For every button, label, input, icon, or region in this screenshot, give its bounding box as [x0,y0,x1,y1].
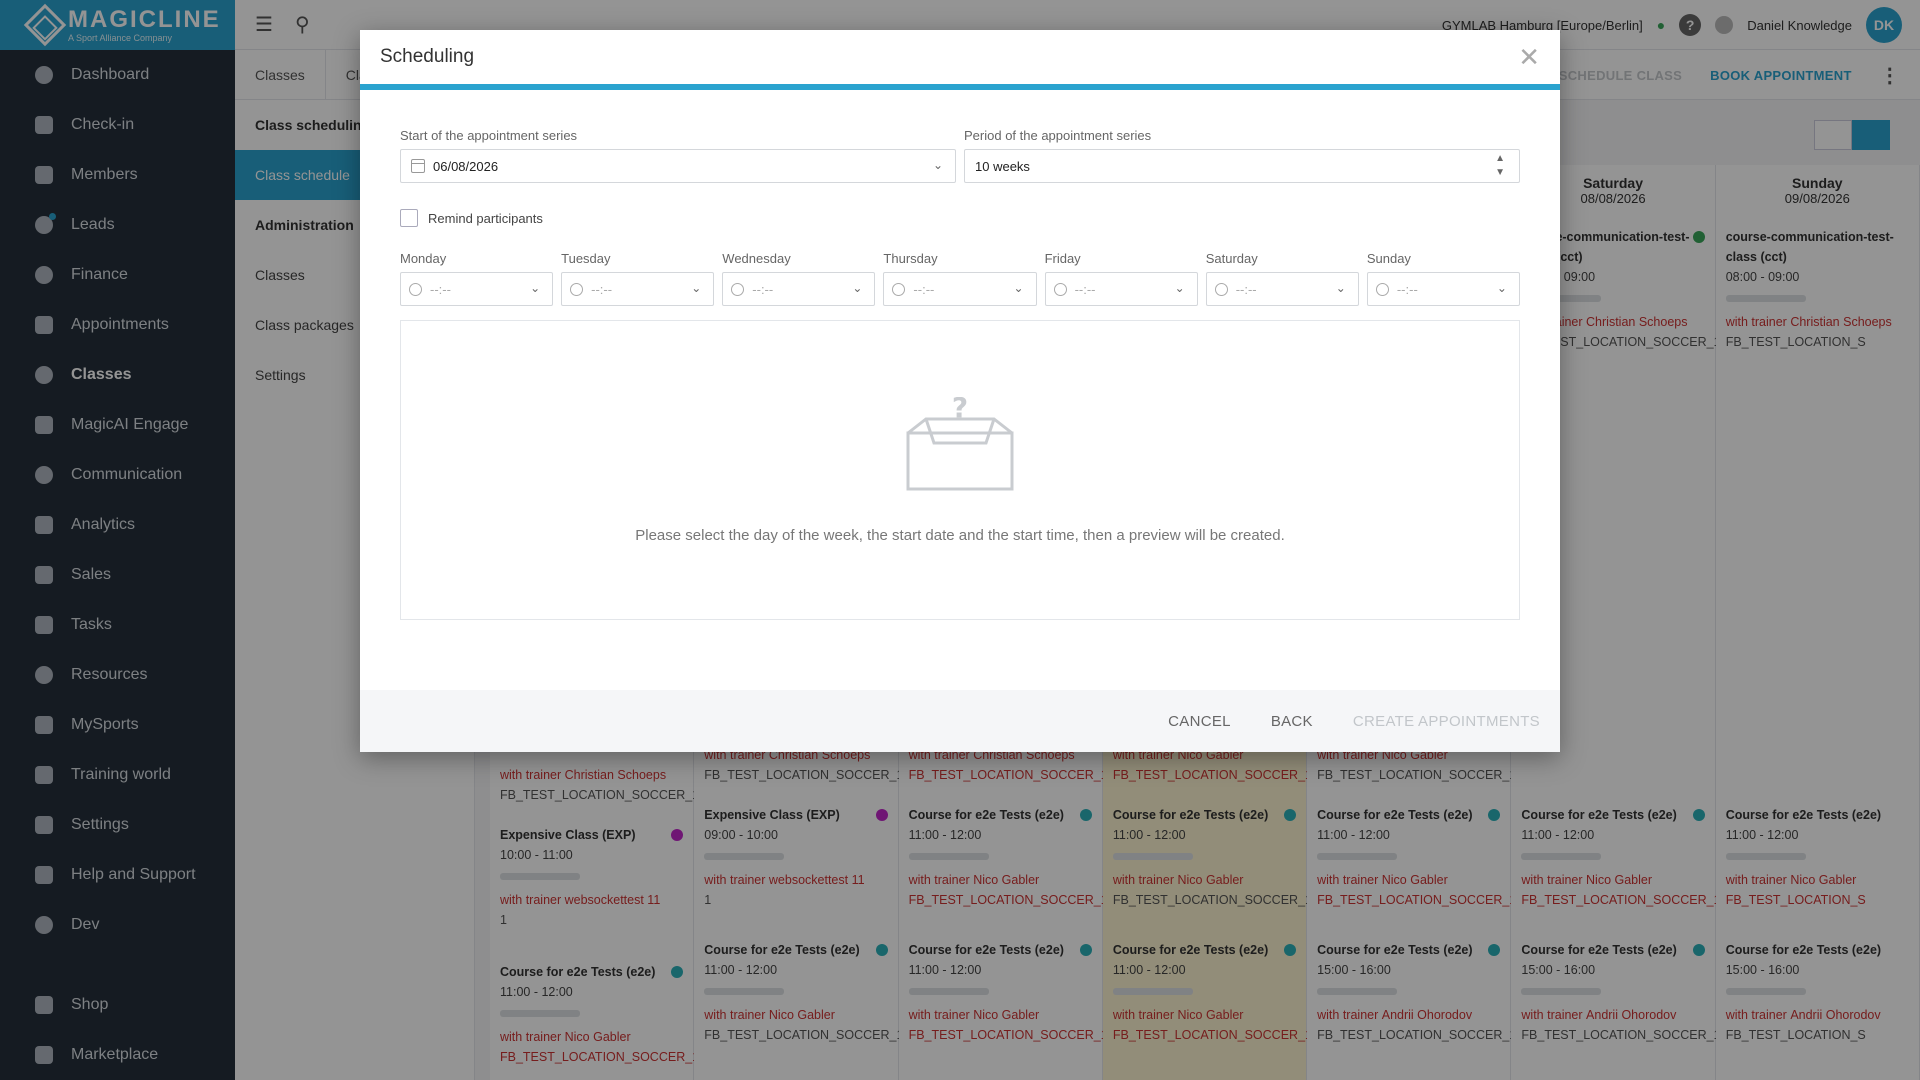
chevron-down-icon: ⌄ [1013,281,1024,295]
time-select[interactable]: --:-- ⌄ [883,272,1037,306]
clock-icon [409,282,422,296]
chevron-down-icon: ⌄ [530,281,541,295]
day-label: Tuesday [561,251,611,266]
day-picker-wednesday: Wednesday --:-- ⌄ [722,251,876,306]
svg-text:?: ? [952,397,968,424]
clock-icon [892,282,906,296]
chevron-down-icon: ⌄ [852,281,863,295]
start-date-value: 06/08/2026 [433,158,499,174]
chevron-down-icon: ⌄ [1174,281,1185,295]
start-date-field[interactable]: 06/08/2026 ⌄ [400,149,956,183]
dialog-title: Scheduling [380,46,475,67]
chevron-down-icon: ⌄ [691,281,702,295]
period-stepper[interactable]: 10 weeks ▲ ▼ [964,149,1520,183]
calendar-icon [411,159,425,173]
dialog-footer: CANCEL BACK CREATE APPOINTMENTS [360,690,1560,752]
time-select[interactable]: --:-- ⌄ [1366,272,1520,306]
cancel-button[interactable]: CANCEL [1168,713,1231,730]
clock-icon [1214,282,1228,296]
day-picker-sunday: Sunday --:-- ⌄ [1366,251,1520,306]
dialog-header: Scheduling ✕ [360,30,1560,90]
dialog-body: Start of the appointment series 06/08/20… [360,128,1560,620]
remind-participants-option[interactable]: Remind participants [400,209,1520,227]
chevron-down-icon: ⌄ [1335,281,1346,295]
day-picker-thursday: Thursday --:-- ⌄ [883,251,1037,306]
weekday-time-pickers: Monday --:-- ⌄ Tuesday --:-- ⌄ Wednesday --:-… [400,251,1520,306]
time-placeholder: --:-- [1235,281,1257,297]
remind-participants-label: Remind participants [428,210,543,226]
clock-icon [1375,282,1389,296]
back-button[interactable]: BACK [1271,713,1313,730]
stepper-arrows-icon[interactable]: ▲ ▼ [1495,152,1505,180]
start-date-label: Start of the appointment series [400,128,578,143]
day-label: Saturday [1205,251,1258,266]
time-select[interactable]: --:-- ⌄ [561,272,715,306]
day-label: Thursday [883,251,938,266]
day-picker-tuesday: Tuesday --:-- ⌄ [561,251,715,306]
period-label: Period of the appointment series [964,128,1152,143]
chevron-down-icon: ⌄ [1496,281,1507,295]
clock-icon [570,282,584,296]
time-placeholder: --:-- [1074,281,1096,297]
day-picker-friday: Friday --:-- ⌄ [1044,251,1198,306]
period-value: 10 weeks [975,158,1030,174]
empty-box-question-icon: ? [906,397,1014,490]
time-select[interactable]: --:-- ⌄ [1044,272,1198,306]
clock-icon [731,282,745,296]
time-placeholder: --:-- [591,281,613,297]
time-select[interactable]: --:-- ⌄ [1205,272,1359,306]
create-appointments-button[interactable]: CREATE APPOINTMENTS [1353,713,1540,730]
day-label: Monday [400,251,447,266]
time-select[interactable]: --:-- ⌄ [722,272,876,306]
preview-message: Please select the day of the week, the s… [635,526,1285,544]
day-label: Friday [1044,251,1081,266]
day-picker-saturday: Saturday --:-- ⌄ [1205,251,1359,306]
scheduling-dialog: Scheduling ✕ Start of the appointment se… [360,30,1560,752]
day-label: Sunday [1366,251,1411,266]
day-picker-monday: Monday --:-- ⌄ [400,251,554,306]
time-select[interactable]: --:-- ⌄ [400,272,554,306]
chevron-down-icon[interactable]: ⌄ [933,158,943,172]
time-placeholder: --:-- [752,281,774,297]
time-placeholder: --:-- [1396,281,1418,297]
close-icon[interactable]: ✕ [1518,42,1540,73]
day-label: Wednesday [722,251,791,266]
time-placeholder: --:-- [913,281,935,297]
clock-icon [1053,282,1067,296]
time-placeholder: --:-- [430,281,451,297]
preview-panel: ? Please select the day of the week, the… [400,320,1520,620]
remind-participants-checkbox[interactable] [400,209,418,227]
